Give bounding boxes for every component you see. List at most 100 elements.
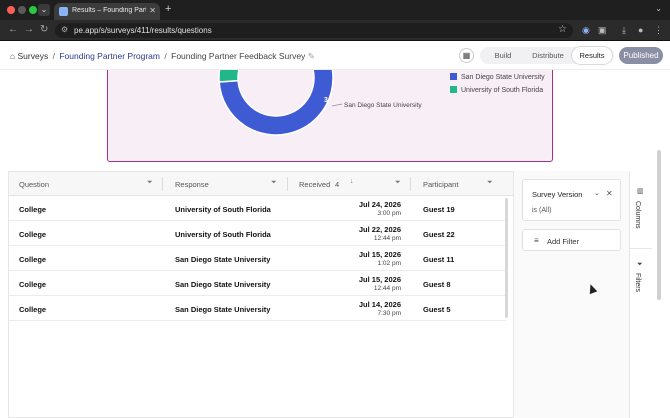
extensions-puzzle-icon[interactable]: ▣ [598, 25, 607, 36]
legend-swatch [450, 73, 457, 80]
received-count-badge: 4 [335, 180, 340, 189]
participant-cell: Guest 19 [423, 205, 455, 214]
add-filter-button[interactable]: ≡ Add Filter [522, 229, 621, 251]
participant-cell: Guest 11 [423, 255, 455, 264]
column-divider [162, 177, 163, 191]
legend-swatch [450, 86, 457, 93]
table-row[interactable]: College San Diego State University Jul 1… [9, 296, 506, 321]
received-date-cell: Jul 15, 2026 [358, 275, 401, 284]
column-divider [287, 177, 288, 191]
forward-icon[interactable]: → [24, 24, 34, 35]
legend-label: University of South Florida [461, 87, 544, 94]
app-header: ⌂ Surveys / Founding Partner Program / F… [0, 42, 670, 70]
favicon-icon [59, 7, 68, 16]
side-rail: ▥ Columns ⏷ Filters [629, 171, 652, 418]
back-icon[interactable]: ← [8, 24, 18, 35]
browser-menu-icon[interactable]: ⋮ [654, 25, 663, 36]
received-date-cell: Jul 15, 2026 [358, 250, 401, 259]
chart-card: 3 San Diego State University San Diego St… [107, 70, 553, 162]
add-filter-label: Add Filter [547, 237, 580, 246]
filter-card[interactable]: Survey Version ⌄ ✕ is (All) [522, 179, 621, 221]
column-header-response[interactable]: Response [175, 180, 209, 189]
question-cell: College [19, 255, 47, 264]
column-header-participant[interactable]: Participant [423, 180, 458, 189]
columns-icon: ▥ [637, 188, 644, 195]
column-header-question[interactable]: Question [19, 180, 49, 189]
legend-item[interactable]: San Diego State University [450, 73, 545, 81]
tab-results[interactable]: Results [572, 47, 612, 64]
sort-descending-icon[interactable]: ↓ [350, 178, 354, 185]
donut-chart: 3 San Diego State University [218, 70, 422, 136]
filter-panel: Survey Version ⌄ ✕ is (All) ≡ Add Filter [513, 171, 629, 418]
page-scrollbar[interactable] [657, 150, 661, 300]
site-info-icon[interactable]: ⚙ [61, 25, 68, 34]
response-cell: San Diego State University [175, 280, 271, 289]
close-tab-icon[interactable]: ✕ [149, 6, 156, 15]
profile-extension-icon[interactable]: ◉ [582, 25, 590, 36]
tab-build[interactable]: Build [484, 47, 522, 64]
received-time-cell: 7:30 pm [377, 310, 402, 317]
filter-value: is (All) [532, 207, 552, 214]
home-icon: ⌂ [10, 51, 16, 61]
filters-tab[interactable]: Filters [634, 273, 641, 292]
table-scrollbar[interactable] [505, 198, 508, 318]
response-cell: University of South Florida [175, 230, 271, 239]
url-text: pe.app/s/surveys/411/results/questions [74, 26, 212, 35]
bookmark-star-icon[interactable]: ☆ [558, 24, 567, 35]
breadcrumb: ⌂ Surveys / Founding Partner Program / F… [10, 51, 315, 62]
table-row[interactable]: College San Diego State University Jul 1… [9, 246, 506, 271]
reload-icon[interactable]: ↻ [40, 24, 48, 35]
received-time-cell: 12:44 pm [373, 285, 401, 292]
participant-cell: Guest 8 [423, 280, 451, 289]
filter-icon[interactable]: ⏷ [395, 179, 401, 187]
leader-line [331, 103, 343, 107]
filter-icon[interactable]: ⏷ [271, 179, 277, 187]
download-icon[interactable]: ⤓ [622, 25, 626, 36]
browser-toolbar: ← → ↻ ⚙ pe.app/s/surveys/411/results/que… [0, 20, 670, 41]
response-cell: San Diego State University [175, 255, 271, 264]
filter-icon[interactable]: ⏷ [147, 179, 153, 187]
filter-icon[interactable]: ⏷ [487, 179, 493, 187]
received-time-cell: 12:44 pm [373, 235, 401, 242]
tab-search-icon[interactable]: ⌄ [38, 4, 50, 16]
pie-slice-university-of-south-florida[interactable] [218, 70, 320, 83]
table-row[interactable]: College San Diego State University Jul 1… [9, 271, 506, 296]
account-avatar-icon[interactable]: ● [638, 25, 643, 35]
column-divider [410, 177, 411, 191]
received-time-cell: 1:02 pm [377, 260, 402, 267]
breadcrumb-program[interactable]: Founding Partner Program [59, 51, 160, 61]
close-window-button[interactable] [7, 6, 15, 14]
slice-value-label: 3 [324, 97, 328, 104]
chevron-down-icon[interactable]: ⌄ [594, 189, 600, 197]
column-header-received[interactable]: Received [299, 180, 330, 189]
calendar-icon[interactable]: ▦ [459, 48, 474, 63]
columns-tab[interactable]: Columns [634, 201, 641, 229]
breadcrumb-separator: / [164, 51, 167, 61]
breadcrumb-survey: Founding Partner Feedback Survey [171, 51, 306, 61]
table-header: Question ⏷ Response ⏷ Received 4 ↓ ⏷ Par… [9, 172, 514, 196]
table-row[interactable]: College University of South Florida Jul … [9, 196, 506, 221]
filter-funnel-icon: ⏷ [637, 261, 643, 268]
maximize-window-button[interactable] [29, 6, 37, 14]
table-row[interactable]: College University of South Florida Jul … [9, 221, 506, 246]
breadcrumb-surveys[interactable]: Surveys [18, 51, 49, 61]
published-status-button[interactable]: Published [619, 47, 663, 64]
legend-item[interactable]: University of South Florida [450, 86, 543, 94]
received-date-cell: Jul 22, 2026 [358, 225, 401, 234]
legend-label: San Diego State University [461, 74, 545, 81]
address-bar[interactable]: ⚙ pe.app/s/surveys/411/results/questions… [55, 23, 573, 38]
question-cell: College [19, 205, 47, 214]
minimize-window-button[interactable] [18, 6, 26, 14]
browser-tab[interactable]: Results – Founding Partner F... ✕ [54, 3, 160, 20]
edit-pencil-icon[interactable]: ✎ [308, 51, 315, 61]
view-tabs: Build Distribute Results [480, 47, 614, 64]
participant-cell: Guest 22 [423, 230, 455, 239]
new-tab-icon[interactable]: + [165, 3, 171, 15]
participant-cell: Guest 5 [423, 305, 451, 314]
filter-field-label: Survey Version [532, 190, 583, 199]
remove-filter-icon[interactable]: ✕ [606, 189, 613, 198]
tab-distribute[interactable]: Distribute [526, 47, 570, 64]
browser-tab-title: Results – Founding Partner F... [72, 7, 146, 14]
question-cell: College [19, 230, 47, 239]
tab-list-chevron-icon[interactable]: ⌄ [655, 4, 662, 13]
